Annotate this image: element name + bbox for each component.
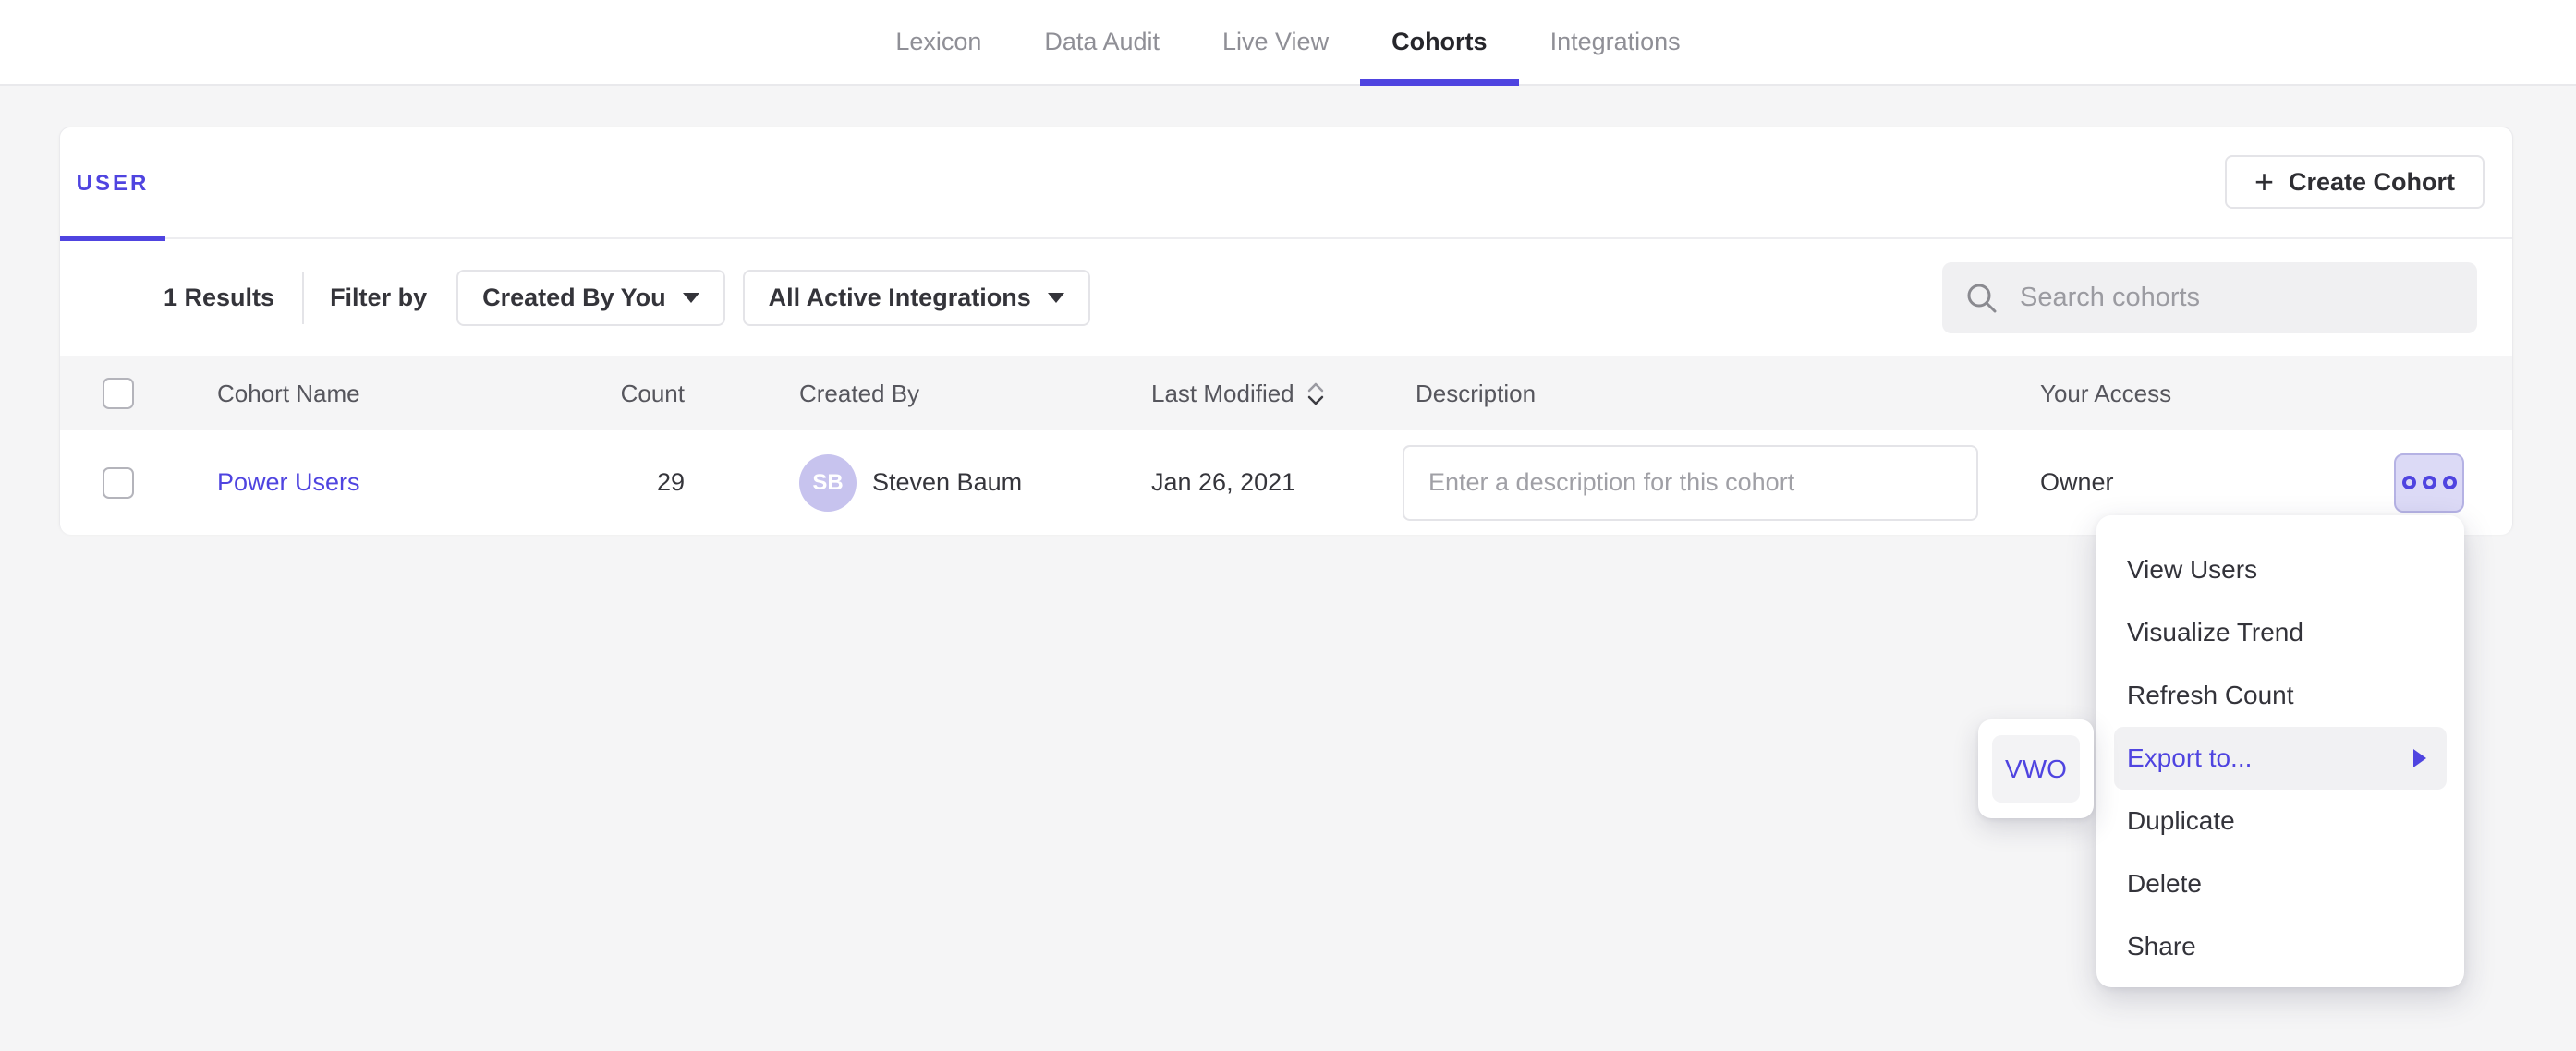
filter-bar: 1 Results Filter by Created By You All A… bbox=[60, 239, 2512, 356]
top-navigation: Lexicon Data Audit Live View Cohorts Int… bbox=[0, 0, 2576, 86]
panel-tab-bar: USER + Create Cohort bbox=[60, 127, 2512, 239]
sort-icon[interactable] bbox=[1307, 382, 1324, 405]
ellipsis-icon bbox=[2443, 476, 2457, 489]
chevron-down-icon bbox=[683, 293, 699, 303]
row-actions-menu-button[interactable] bbox=[2394, 453, 2464, 513]
export-to-label: Export to... bbox=[2127, 743, 2252, 773]
access-cell: Owner bbox=[2040, 468, 2373, 497]
table-header-row: Cohort Name Count Created By Last Modifi… bbox=[60, 356, 2512, 430]
header-your-access: Your Access bbox=[2040, 380, 2373, 408]
cohort-count: 29 bbox=[561, 468, 685, 497]
creator: SB Steven Baum bbox=[799, 454, 1151, 512]
created-by-filter-dropdown[interactable]: Created By You bbox=[456, 270, 725, 326]
results-count: 1 Results bbox=[164, 284, 274, 312]
header-cohort-name[interactable]: Cohort Name bbox=[217, 380, 561, 408]
submenu-arrow-icon bbox=[2413, 749, 2426, 767]
cohort-name-link[interactable]: Power Users bbox=[217, 468, 360, 496]
header-last-modified-label: Last Modified bbox=[1151, 380, 1294, 408]
search-cohorts-box[interactable] bbox=[1942, 262, 2477, 333]
filter-by-label: Filter by bbox=[330, 284, 427, 312]
ellipsis-icon bbox=[2402, 476, 2416, 489]
header-checkbox-cell bbox=[60, 378, 217, 409]
created-by-cell: SB Steven Baum bbox=[685, 454, 1151, 512]
created-by-filter-label: Created By You bbox=[482, 284, 666, 312]
nav-tab-cohorts[interactable]: Cohorts bbox=[1360, 0, 1519, 84]
row-checkbox-cell bbox=[60, 467, 217, 499]
cohort-name-cell: Power Users bbox=[217, 468, 561, 497]
last-modified-cell: Jan 26, 2021 bbox=[1151, 468, 1416, 497]
select-all-checkbox[interactable] bbox=[103, 378, 134, 409]
divider bbox=[302, 272, 304, 324]
description-cell bbox=[1416, 445, 2040, 521]
search-input[interactable] bbox=[2020, 283, 2455, 313]
create-cohort-label: Create Cohort bbox=[2289, 168, 2455, 197]
nav-tab-integrations[interactable]: Integrations bbox=[1519, 0, 1712, 84]
row-checkbox[interactable] bbox=[103, 467, 134, 499]
creator-name: Steven Baum bbox=[872, 468, 1022, 497]
tab-user[interactable]: USER bbox=[60, 127, 165, 239]
menu-item-view-users[interactable]: View Users bbox=[2096, 538, 2464, 601]
description-input[interactable] bbox=[1403, 445, 1978, 521]
integrations-filter-dropdown[interactable]: All Active Integrations bbox=[743, 270, 1090, 326]
chevron-down-icon bbox=[1048, 293, 1064, 303]
header-description: Description bbox=[1416, 380, 2040, 408]
menu-item-duplicate[interactable]: Duplicate bbox=[2096, 790, 2464, 852]
nav-tab-live-view[interactable]: Live View bbox=[1191, 0, 1360, 84]
plus-icon: + bbox=[2254, 165, 2274, 199]
integrations-filter-label: All Active Integrations bbox=[769, 284, 1031, 312]
header-count[interactable]: Count bbox=[561, 380, 685, 408]
export-submenu: VWO bbox=[1978, 719, 2094, 818]
header-created-by[interactable]: Created By bbox=[685, 380, 1151, 408]
create-cohort-button[interactable]: + Create Cohort bbox=[2225, 155, 2485, 209]
actions-cell bbox=[2373, 453, 2514, 513]
menu-item-export-to[interactable]: Export to... bbox=[2114, 727, 2447, 790]
header-last-modified[interactable]: Last Modified bbox=[1151, 380, 1416, 408]
search-icon bbox=[1964, 281, 1999, 316]
menu-item-visualize-trend[interactable]: Visualize Trend bbox=[2096, 601, 2464, 664]
submenu-item-vwo[interactable]: VWO bbox=[1992, 735, 2080, 803]
cohorts-panel: USER + Create Cohort 1 Results Filter by… bbox=[59, 127, 2513, 534]
menu-item-delete[interactable]: Delete bbox=[2096, 852, 2464, 915]
menu-item-share[interactable]: Share bbox=[2096, 915, 2464, 978]
avatar: SB bbox=[799, 454, 857, 512]
ellipsis-icon bbox=[2423, 476, 2436, 489]
nav-tab-data-audit[interactable]: Data Audit bbox=[1013, 0, 1191, 84]
menu-item-refresh-count[interactable]: Refresh Count bbox=[2096, 664, 2464, 727]
nav-tab-lexicon[interactable]: Lexicon bbox=[864, 0, 1013, 84]
row-context-menu: View Users Visualize Trend Refresh Count… bbox=[2096, 515, 2464, 987]
